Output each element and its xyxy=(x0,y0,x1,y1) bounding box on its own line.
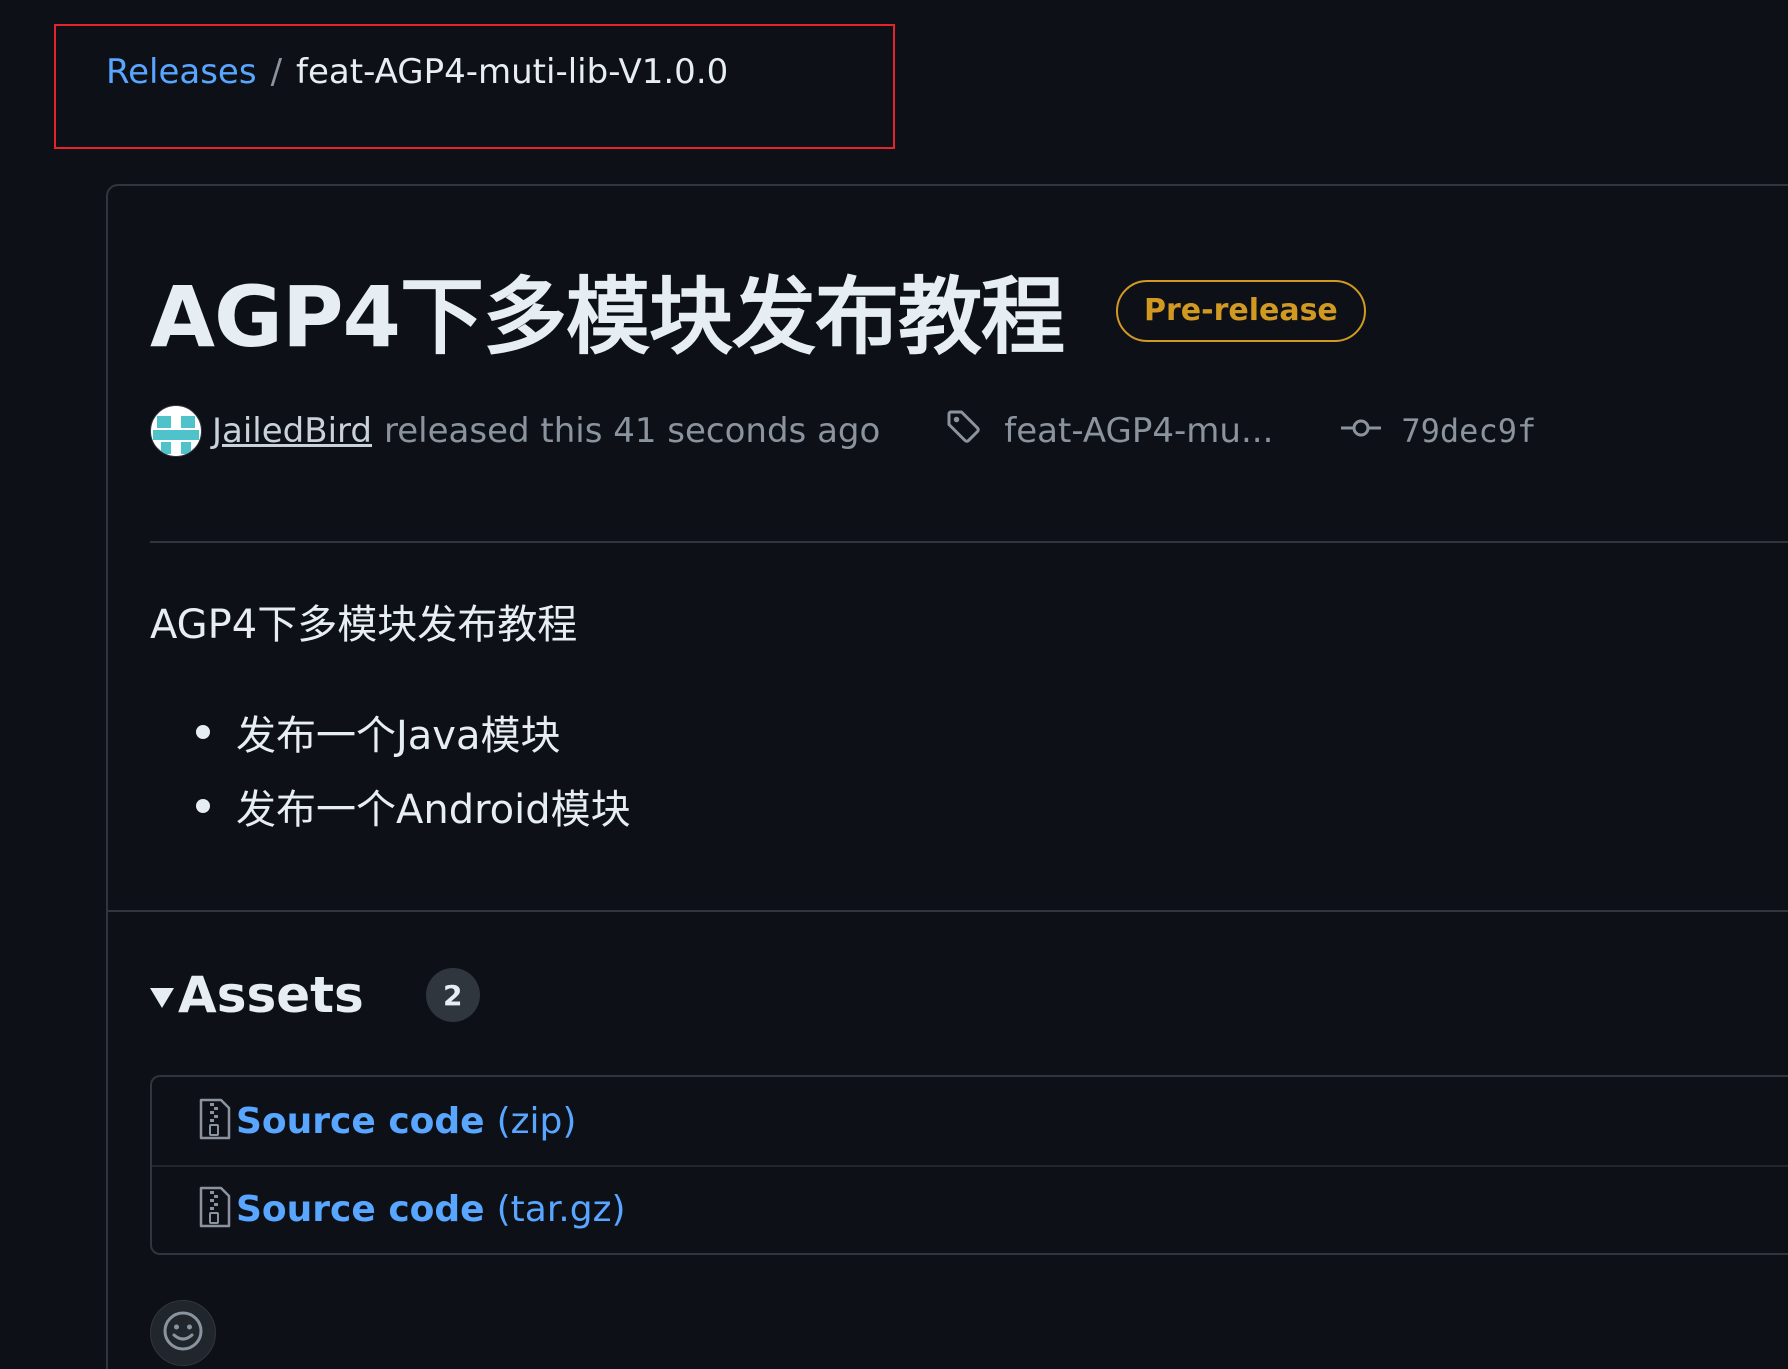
triangle-down-icon xyxy=(150,988,174,1008)
asset-ext-targz[interactable]: (tar.gz) xyxy=(497,1189,626,1230)
add-reaction-button[interactable] xyxy=(150,1300,216,1366)
commit-link[interactable]: 79dec9f xyxy=(1341,411,1536,451)
list-item: 发布一个Java模块 xyxy=(196,695,631,769)
commit-sha: 79dec9f xyxy=(1401,412,1537,450)
release-meta: JailedBird released this 41 seconds ago … xyxy=(150,404,1536,458)
asset-row[interactable]: Source code (tar.gz) xyxy=(152,1165,1788,1253)
asset-link-targz[interactable]: Source code xyxy=(236,1189,485,1230)
list-item-text: 发布一个Android模块 xyxy=(236,787,631,833)
release-header: AGP4下多模块发布教程 Pre-release xyxy=(150,250,1366,371)
release-title: AGP4下多模块发布教程 xyxy=(150,268,1065,366)
file-zip-icon xyxy=(198,1097,232,1145)
prerelease-badge: Pre-release xyxy=(1115,279,1366,342)
asset-row[interactable]: Source code (zip) xyxy=(152,1077,1788,1167)
bullet-icon xyxy=(196,799,210,813)
breadcrumb-current: feat-AGP4-muti-lib-V1.0.0 xyxy=(296,52,729,92)
breadcrumb-releases-link[interactable]: Releases xyxy=(106,52,257,92)
divider xyxy=(150,541,1788,543)
asset-link-zip[interactable]: Source code xyxy=(236,1101,485,1142)
avatar[interactable] xyxy=(150,405,202,457)
assets-list: Source code (zip) Source code (tar.gz) xyxy=(150,1075,1788,1255)
breadcrumb-separator: / xyxy=(270,52,283,92)
tag-link[interactable]: feat-AGP4-mu... xyxy=(944,407,1273,456)
assets-toggle[interactable]: Assets 2 xyxy=(150,966,480,1024)
git-commit-icon xyxy=(1341,411,1382,451)
asset-ext-zip[interactable]: (zip) xyxy=(497,1101,577,1142)
list-item: 发布一个Android模块 xyxy=(196,769,631,843)
list-item-text: 发布一个Java模块 xyxy=(236,713,561,759)
release-page: Releases / feat-AGP4-muti-lib-V1.0.0 AGP… xyxy=(0,0,1788,1369)
release-description: AGP4下多模块发布教程 xyxy=(150,602,578,648)
divider xyxy=(108,910,1788,912)
tag-name: feat-AGP4-mu... xyxy=(1004,411,1274,451)
author-link[interactable]: JailedBird xyxy=(212,411,372,451)
bullet-icon xyxy=(196,725,210,739)
file-zip-icon xyxy=(198,1185,232,1233)
release-notes-list: 发布一个Java模块 发布一个Android模块 xyxy=(196,695,631,843)
tag-icon xyxy=(944,407,984,456)
assets-label: Assets xyxy=(178,966,364,1024)
smiley-icon xyxy=(161,1309,205,1357)
released-text: released this 41 seconds ago xyxy=(384,411,881,451)
breadcrumb: Releases / feat-AGP4-muti-lib-V1.0.0 xyxy=(106,52,728,92)
assets-count-badge: 2 xyxy=(425,968,480,1022)
